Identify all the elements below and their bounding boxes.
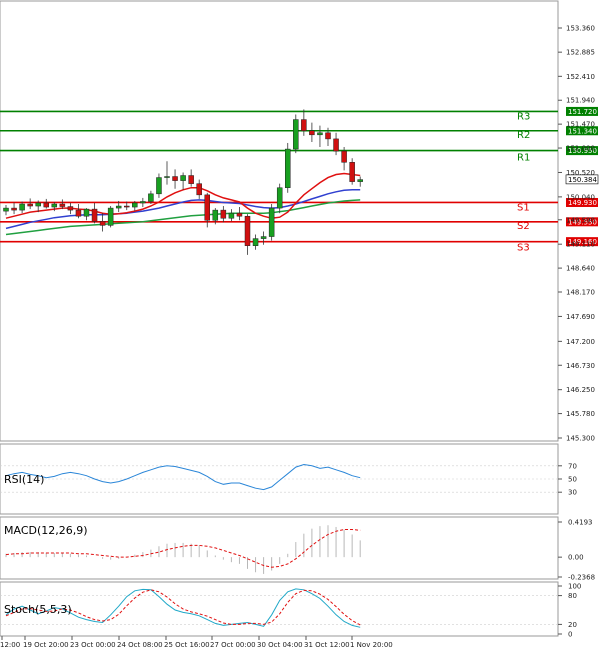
candle-body — [156, 177, 162, 195]
candle-body — [132, 202, 138, 208]
candle-body — [252, 238, 259, 246]
time-tick-label: 19 Oct 20:00 — [23, 641, 69, 649]
candle-body — [244, 215, 251, 246]
candle-body — [180, 175, 186, 181]
stoch-tick-label: 0 — [568, 631, 572, 639]
candle-body — [260, 236, 267, 239]
price-tick-label: 150.040 — [566, 193, 595, 201]
candle-body — [59, 203, 66, 207]
time-tick-label: 1 Nov 20:00 — [350, 641, 393, 649]
candle-body — [43, 202, 49, 208]
candle-body — [293, 119, 299, 150]
candle-body — [196, 183, 202, 196]
candle-body — [285, 148, 291, 188]
candle-body — [220, 209, 227, 219]
main-panel: 151.720R3151.340R2150.950R1149.930S1149.… — [0, 0, 598, 442]
macd-tick-label: 0.4193 — [568, 519, 593, 527]
candle-body — [349, 162, 355, 182]
candle-body — [19, 203, 25, 211]
candle-body — [268, 207, 275, 237]
candle-body — [212, 209, 219, 221]
chart-svg: 151.720R3151.340R2150.950R1149.930S1149.… — [0, 0, 599, 649]
level-price-label: 151.720 — [568, 108, 597, 116]
level-name-s3: S3 — [517, 243, 530, 254]
candle-body — [228, 212, 235, 219]
candle-body — [325, 132, 331, 140]
price-tick-label: 148.170 — [566, 289, 595, 297]
price-tick-label: 147.690 — [566, 313, 595, 321]
candle-body — [148, 193, 154, 202]
time-tick-label: 24 Oct 08:00 — [117, 641, 163, 649]
stoch-panel: 10080 20 0 — [0, 581, 581, 639]
level-name-s1: S1 — [517, 202, 530, 213]
candle-body — [204, 194, 210, 221]
time-tick-label: 25 Oct 16:00 — [164, 641, 210, 649]
candle-body — [357, 179, 363, 182]
macd-panel: 0.4193 0.00 -0.2368 — [0, 516, 595, 582]
candle-body — [188, 175, 194, 184]
candle-body — [172, 176, 178, 181]
candle-body — [27, 203, 33, 207]
time-tick-label: 30 Oct 04:00 — [257, 641, 303, 649]
price-axis: 153.360 152.885 152.410 151.940 151.470 151.0… — [558, 25, 599, 443]
price-tick-label: 153.360 — [566, 25, 595, 33]
candle-body — [164, 176, 170, 178]
rsi-panel: 70 50 30 — [0, 443, 577, 515]
candle-body — [341, 150, 347, 163]
price-tick-label: 146.730 — [566, 362, 595, 370]
candle-body — [35, 202, 41, 207]
stoch-tick-label: 100 — [568, 583, 581, 591]
candle-body — [91, 208, 98, 222]
candle-body — [67, 206, 74, 211]
price-tick-label: 149.590 — [566, 216, 595, 224]
time-axis: 12:00 19 Oct 20:00 23 Oct 00:00 24 Oct 08:0… — [0, 636, 393, 649]
rsi-title: RSI(14) — [4, 473, 44, 486]
macd-tick-label: 0.00 — [568, 554, 584, 562]
candle-body — [309, 130, 315, 136]
macd-title: MACD(12,26,9) — [4, 524, 88, 537]
candle-body — [99, 221, 106, 226]
time-tick-label: 23 Oct 00:00 — [70, 641, 116, 649]
level-name-r3: R3 — [517, 111, 530, 122]
time-tick-label: 31 Oct 12:00 — [304, 641, 350, 649]
price-tick-label: 152.885 — [566, 49, 595, 57]
candle-body — [75, 209, 82, 217]
time-tick-label: 27 Oct 00:00 — [210, 641, 256, 649]
candle-body — [236, 212, 243, 217]
price-tick-label: 151.940 — [566, 97, 595, 105]
candle-body — [115, 205, 122, 209]
price-tick-label: 151.470 — [566, 121, 595, 129]
candle-body — [11, 207, 17, 211]
stoch-tick-label: 20 — [568, 621, 577, 629]
price-tick-label: 148.640 — [566, 265, 595, 273]
candle-body — [51, 203, 58, 208]
price-tick-label: 147.200 — [566, 338, 595, 346]
candle-body — [276, 187, 283, 209]
time-tick-label: 12:00 — [0, 641, 20, 649]
candle-body — [3, 207, 9, 212]
price-tick-label: 145.300 — [566, 435, 595, 443]
price-tick-label: 146.250 — [566, 386, 595, 394]
current-price-label: 150.384 — [568, 176, 597, 184]
candle-body — [107, 207, 114, 226]
candle-body — [83, 208, 90, 217]
macd-tick-label: -0.2368 — [568, 574, 595, 582]
level-name-r2: R2 — [517, 130, 530, 141]
rsi-tick-label: 50 — [568, 476, 577, 484]
price-tick-label: 151.000 — [566, 145, 595, 153]
level-name-s2: S2 — [517, 221, 530, 232]
candle-body — [301, 119, 307, 132]
stoch-tick-label: 80 — [568, 592, 577, 600]
price-tick-label: 145.780 — [566, 410, 595, 418]
candle-body — [317, 132, 323, 136]
rsi-tick-label: 30 — [568, 489, 577, 497]
stoch-title: Stoch(5,5,3) — [4, 603, 72, 616]
price-tick-label: 149.110 — [566, 241, 595, 249]
price-tick-label: 152.410 — [566, 73, 595, 81]
candle-body — [333, 138, 339, 152]
candle-body — [140, 201, 146, 204]
rsi-tick-label: 70 — [568, 462, 577, 470]
level-name-r1: R1 — [517, 153, 530, 164]
candle-body — [124, 205, 130, 208]
